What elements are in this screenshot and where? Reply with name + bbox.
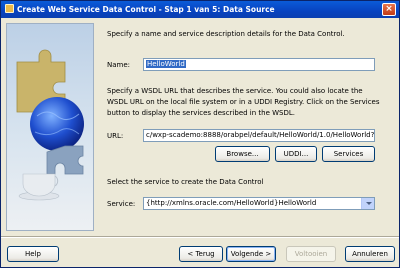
url-input-value: c/wxp-scademo:8888/orabpel/default/Hello… — [146, 131, 375, 139]
title-bar[interactable]: Create Web Service Data Control - Stap 1… — [1, 1, 399, 18]
cancel-button[interactable]: Annuleren — [345, 246, 395, 262]
back-button[interactable]: < Terug — [179, 246, 223, 262]
window-title: Create Web Service Data Control - Stap 1… — [17, 5, 275, 14]
wsdl-description: Specify a WSDL URL that describes the se… — [107, 87, 380, 117]
service-intro: Select the service to create the Data Co… — [107, 178, 264, 186]
services-button[interactable]: Services — [322, 146, 375, 162]
wizard-illustration — [6, 23, 94, 231]
dialog-window: Create Web Service Data Control - Stap 1… — [0, 0, 400, 268]
service-select[interactable]: {http://xmlns.oracle.com/HelloWorld}Hell… — [143, 197, 375, 210]
url-input[interactable]: c/wxp-scademo:8888/orabpel/default/Hello… — [143, 129, 375, 142]
name-label: Name: — [107, 61, 131, 69]
browse-button[interactable]: Browse... — [215, 146, 270, 162]
finish-button: Voltooien — [286, 246, 336, 262]
url-label: URL: — [107, 132, 124, 140]
chevron-down-icon[interactable] — [361, 198, 374, 209]
service-label: Service: — [107, 200, 136, 208]
dialog-body: Specify a name and service description d… — [1, 18, 399, 236]
uddi-button[interactable]: UDDI... — [275, 146, 317, 162]
name-input-value: HelloWorld — [146, 60, 186, 68]
app-icon — [5, 4, 14, 13]
wizard-art-image — [16, 49, 84, 201]
name-input[interactable]: HelloWorld — [143, 58, 375, 71]
close-button[interactable]: × — [382, 3, 396, 16]
intro-text: Specify a name and service description d… — [107, 30, 345, 38]
footer-divider — [1, 236, 399, 238]
service-select-value: {http://xmlns.oracle.com/HelloWorld}Hell… — [146, 199, 317, 207]
next-button[interactable]: Volgende > — [226, 246, 276, 262]
help-button[interactable]: Help — [7, 246, 59, 262]
